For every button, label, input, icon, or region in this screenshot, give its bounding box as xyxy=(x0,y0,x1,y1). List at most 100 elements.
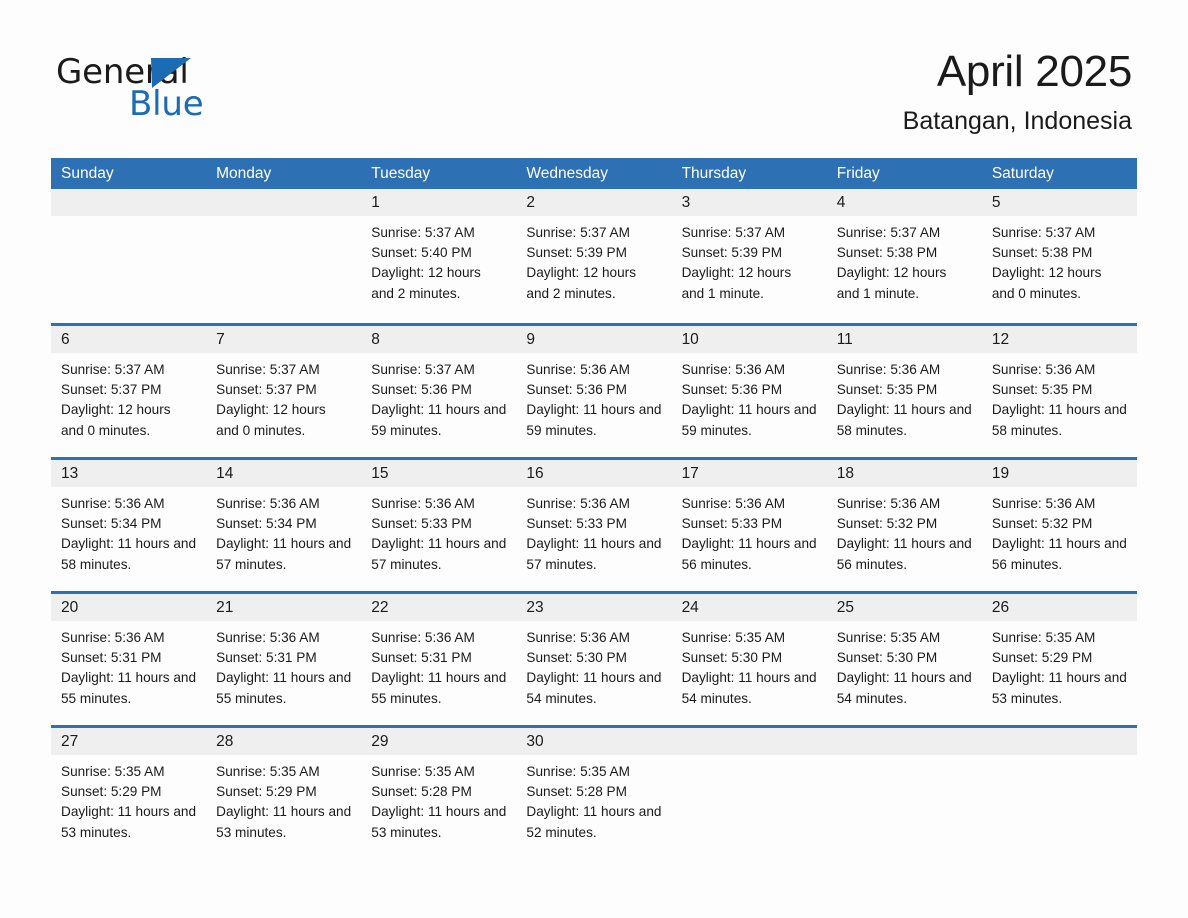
sunset-text: Sunset: 5:28 PM xyxy=(526,784,627,800)
sunset-text: Sunset: 5:35 PM xyxy=(991,382,1093,398)
sunrise-text: Sunrise: 5:36 AM xyxy=(681,362,786,377)
sunset-text: Sunset: 5:29 PM xyxy=(216,784,317,800)
day-details: Sunrise: 5:36 AM Sunset: 5:30 PM Daylight:… xyxy=(516,621,671,709)
sunset-text: Sunset: 5:35 PM xyxy=(836,382,938,398)
calendar-day-cell[interactable]: 11 Sunrise: 5:36 AM Sunset: 5:35 PM Dayligh… xyxy=(826,326,982,457)
page-subtitle: Batangan, Indonesia xyxy=(902,107,1132,135)
day-number: 5 xyxy=(991,194,1001,211)
daylight-text: Daylight: 11 hours and 59 minutes. xyxy=(681,402,817,438)
day-number: 19 xyxy=(991,465,1010,482)
calendar-day-cell[interactable]: 1 Sunrise: 5:37 AM Sunset: 5:40 PM Daylight… xyxy=(361,189,517,323)
daylight-text: Daylight: 11 hours and 55 minutes. xyxy=(371,670,507,706)
title-block: April 2025 Batangan, Indonesia xyxy=(902,44,1133,136)
calendar-day-cell[interactable]: 20 Sunrise: 5:36 AM Sunset: 5:31 PM Dayligh… xyxy=(51,594,207,725)
calendar-day-cell[interactable]: 2 Sunrise: 5:37 AM Sunset: 5:39 PM Daylight… xyxy=(516,189,672,323)
day-details: Sunrise: 5:36 AM Sunset: 5:33 PM Daylight:… xyxy=(672,487,827,575)
calendar-day-cell[interactable]: 30 Sunrise: 5:35 AM Sunset: 5:28 PM Dayligh… xyxy=(516,728,672,859)
calendar-day-cell[interactable]: 17 Sunrise: 5:36 AM Sunset: 5:33 PM Dayligh… xyxy=(671,460,827,591)
day-details: Sunrise: 5:36 AM Sunset: 5:32 PM Daylight:… xyxy=(827,487,982,575)
calendar-day-cell[interactable]: 22 Sunrise: 5:36 AM Sunset: 5:31 PM Dayligh… xyxy=(361,594,517,725)
calendar-day-cell[interactable]: 16 Sunrise: 5:36 AM Sunset: 5:33 PM Dayligh… xyxy=(516,460,672,591)
calendar-day-cell[interactable]: 9 Sunrise: 5:36 AM Sunset: 5:36 PM Daylight… xyxy=(516,326,672,457)
day-number: 13 xyxy=(61,465,79,482)
calendar-day-cell[interactable]: 27 Sunrise: 5:35 AM Sunset: 5:29 PM Dayligh… xyxy=(51,728,207,859)
daylight-text: Daylight: 11 hours and 56 minutes. xyxy=(991,536,1127,572)
calendar-day-cell[interactable]: 5 Sunrise: 5:37 AM Sunset: 5:38 PM Daylight… xyxy=(981,189,1137,323)
day-number-strip: 20 xyxy=(51,594,207,621)
daylight-text: Daylight: 11 hours and 57 minutes. xyxy=(371,536,507,572)
sunrise-text: Sunrise: 5:36 AM xyxy=(526,496,630,511)
day-number: 1 xyxy=(371,194,380,211)
day-number-strip: 7 xyxy=(206,326,362,353)
sunrise-text: Sunrise: 5:35 AM xyxy=(61,764,165,779)
calendar-day-cell[interactable]: 29 Sunrise: 5:35 AM Sunset: 5:28 PM Dayligh… xyxy=(361,728,517,859)
calendar-day-cell[interactable]: 12 Sunrise: 5:36 AM Sunset: 5:35 PM Dayligh… xyxy=(981,326,1137,457)
day-number: 28 xyxy=(216,733,234,750)
sunset-text: Sunset: 5:37 PM xyxy=(216,382,317,398)
day-details: Sunrise: 5:37 AM Sunset: 5:38 PM Daylight:… xyxy=(827,216,982,304)
daylight-text: Daylight: 11 hours and 58 minutes. xyxy=(836,402,972,438)
calendar-page: General Blue April 2025 Batangan, Indone… xyxy=(0,0,1188,918)
sunset-text: Sunset: 5:31 PM xyxy=(216,650,317,666)
sunset-text: Sunset: 5:30 PM xyxy=(836,650,938,666)
day-details: Sunrise: 5:36 AM Sunset: 5:36 PM Daylight:… xyxy=(672,353,827,441)
calendar-day-cell[interactable]: 28 Sunrise: 5:35 AM Sunset: 5:29 PM Dayligh… xyxy=(206,728,362,859)
day-number-strip: 13 xyxy=(51,460,207,487)
calendar-day-cell[interactable]: 13 Sunrise: 5:36 AM Sunset: 5:34 PM Dayligh… xyxy=(51,460,207,591)
calendar-day-cell[interactable]: 3 Sunrise: 5:37 AM Sunset: 5:39 PM Daylight… xyxy=(671,189,827,323)
calendar-day-cell[interactable]: 8 Sunrise: 5:37 AM Sunset: 5:36 PM Daylight… xyxy=(361,326,517,457)
day-number-strip: 2 xyxy=(516,189,672,216)
calendar-day-cell[interactable]: 14 Sunrise: 5:36 AM Sunset: 5:34 PM Dayligh… xyxy=(206,460,362,591)
sunset-text: Sunset: 5:36 PM xyxy=(526,382,627,398)
sunrise-text: Sunrise: 5:36 AM xyxy=(991,496,1096,511)
sunrise-text: Sunrise: 5:36 AM xyxy=(526,630,630,645)
sunrise-text: Sunrise: 5:37 AM xyxy=(526,225,630,240)
calendar-day-cell[interactable]: 4 Sunrise: 5:37 AM Sunset: 5:38 PM Daylight… xyxy=(826,189,982,323)
day-details: Sunrise: 5:36 AM Sunset: 5:31 PM Daylight:… xyxy=(361,621,516,709)
sunset-text: Sunset: 5:40 PM xyxy=(371,245,472,261)
calendar-day-cell[interactable]: 21 Sunrise: 5:36 AM Sunset: 5:31 PM Dayligh… xyxy=(206,594,362,725)
sunset-text: Sunset: 5:30 PM xyxy=(681,650,783,666)
day-number-strip: 25 xyxy=(826,594,982,621)
daylight-text: Daylight: 12 hours and 1 minute. xyxy=(836,265,947,301)
daylight-text: Daylight: 11 hours and 53 minutes. xyxy=(991,670,1127,706)
sunrise-text: Sunrise: 5:37 AM xyxy=(61,362,165,377)
day-number: 2 xyxy=(526,194,536,211)
sunrise-text: Sunrise: 5:37 AM xyxy=(216,362,320,377)
calendar-day-cell[interactable]: 6 Sunrise: 5:37 AM Sunset: 5:37 PM Daylight… xyxy=(51,326,207,457)
day-details: Sunrise: 5:36 AM Sunset: 5:34 PM Daylight:… xyxy=(51,487,206,575)
calendar-day-cell[interactable]: 24 Sunrise: 5:35 AM Sunset: 5:30 PM Dayligh… xyxy=(671,594,827,725)
calendar-day-cell[interactable]: 7 Sunrise: 5:37 AM Sunset: 5:37 PM Daylight… xyxy=(206,326,362,457)
weekday-header-saturday: Saturday xyxy=(991,165,1054,182)
sunset-text: Sunset: 5:33 PM xyxy=(526,516,627,532)
day-details: Sunrise: 5:36 AM Sunset: 5:35 PM Daylight:… xyxy=(982,353,1137,441)
day-number-strip: 11 xyxy=(826,326,982,353)
day-number-strip xyxy=(826,728,982,755)
sunrise-text: Sunrise: 5:37 AM xyxy=(836,225,941,240)
sunset-text: Sunset: 5:33 PM xyxy=(371,516,472,532)
sunrise-text: Sunrise: 5:37 AM xyxy=(371,225,475,240)
day-details: Sunrise: 5:37 AM Sunset: 5:40 PM Daylight:… xyxy=(361,216,516,304)
calendar-day-cell-empty xyxy=(671,728,827,859)
calendar-day-cell[interactable]: 26 Sunrise: 5:35 AM Sunset: 5:29 PM Dayligh… xyxy=(981,594,1137,725)
day-number: 16 xyxy=(526,465,544,482)
day-number-strip: 16 xyxy=(516,460,672,487)
day-number-strip xyxy=(206,189,362,216)
calendar-day-cell[interactable]: 19 Sunrise: 5:36 AM Sunset: 5:32 PM Dayligh… xyxy=(981,460,1137,591)
sunrise-text: Sunrise: 5:35 AM xyxy=(526,764,630,779)
calendar-weeks: 1 Sunrise: 5:37 AM Sunset: 5:40 PM Daylight… xyxy=(51,189,1137,859)
sunrise-text: Sunrise: 5:36 AM xyxy=(371,630,475,645)
day-number: 7 xyxy=(216,331,225,348)
calendar-day-cell[interactable]: 23 Sunrise: 5:36 AM Sunset: 5:30 PM Dayligh… xyxy=(516,594,672,725)
day-details: Sunrise: 5:35 AM Sunset: 5:29 PM Daylight:… xyxy=(51,755,206,843)
calendar-day-cell[interactable]: 18 Sunrise: 5:36 AM Sunset: 5:32 PM Dayligh… xyxy=(826,460,982,591)
sunset-text: Sunset: 5:38 PM xyxy=(991,245,1093,261)
sunrise-text: Sunrise: 5:36 AM xyxy=(216,630,320,645)
calendar-day-cell[interactable]: 10 Sunrise: 5:36 AM Sunset: 5:36 PM Dayligh… xyxy=(671,326,827,457)
day-details: Sunrise: 5:36 AM Sunset: 5:31 PM Daylight:… xyxy=(51,621,206,709)
day-number: 3 xyxy=(681,194,691,211)
calendar-day-cell[interactable]: 25 Sunrise: 5:35 AM Sunset: 5:30 PM Dayligh… xyxy=(826,594,982,725)
calendar-week-row: 6 Sunrise: 5:37 AM Sunset: 5:37 PM Daylight… xyxy=(51,323,1137,457)
calendar-day-cell[interactable]: 15 Sunrise: 5:36 AM Sunset: 5:33 PM Dayligh… xyxy=(361,460,517,591)
page-title: April 2025 xyxy=(936,47,1132,96)
